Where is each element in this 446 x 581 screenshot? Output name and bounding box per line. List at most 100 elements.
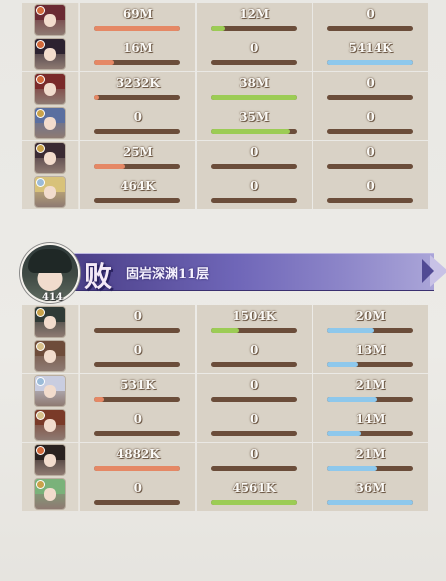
damage-taken-cell: 0 bbox=[196, 174, 312, 209]
healing-cell: 13M bbox=[313, 339, 428, 374]
stat-bar bbox=[94, 499, 181, 505]
hero-portrait[interactable] bbox=[34, 478, 65, 509]
stat-value: 5414K bbox=[348, 41, 393, 56]
portrait-face-shape bbox=[43, 419, 56, 433]
element-badge-icon bbox=[36, 144, 44, 152]
stat-bar bbox=[327, 26, 414, 31]
hero-portrait-cell bbox=[22, 305, 79, 339]
hero-portrait[interactable] bbox=[34, 375, 65, 406]
damage-cell: 0 bbox=[80, 305, 196, 339]
hero-portrait[interactable] bbox=[34, 444, 65, 475]
stat-value: 16M bbox=[122, 41, 153, 56]
stat-bar bbox=[94, 129, 181, 135]
hero-stat-row: 25M 0 0 bbox=[22, 140, 428, 175]
stat-value: 0 bbox=[250, 343, 259, 358]
hero-portrait[interactable] bbox=[34, 39, 65, 70]
hero-portrait[interactable] bbox=[34, 73, 65, 104]
damage-taken-cell: 0 bbox=[196, 140, 312, 175]
arrow-inner-icon bbox=[422, 259, 434, 283]
stat-bar bbox=[210, 60, 297, 66]
portrait-face-shape bbox=[43, 82, 56, 96]
stat-bar-fill bbox=[210, 26, 226, 31]
stat-value: 0 bbox=[133, 412, 143, 427]
damage-taken-cell: 0 bbox=[196, 408, 312, 443]
stat-bar-fill bbox=[94, 465, 181, 471]
hero-portrait-cell bbox=[22, 339, 79, 374]
hero-stat-row: 464K 0 0 bbox=[22, 174, 428, 209]
stat-bar bbox=[210, 396, 297, 402]
stat-bar bbox=[94, 26, 181, 31]
stat-value: 0 bbox=[250, 412, 259, 427]
portrait-face-shape bbox=[43, 384, 56, 398]
stat-value: 25M bbox=[122, 144, 153, 159]
element-badge-icon bbox=[36, 7, 44, 14]
stat-value: 14M bbox=[355, 412, 386, 427]
stat-bar bbox=[94, 362, 181, 368]
stat-value: 0 bbox=[133, 110, 143, 125]
stat-bar-fill bbox=[327, 362, 358, 368]
stat-value: 464K bbox=[120, 178, 156, 193]
stat-value: 21M bbox=[355, 377, 386, 392]
portrait-face-shape bbox=[43, 151, 56, 165]
portrait-face-shape bbox=[43, 14, 56, 27]
hero-portrait[interactable] bbox=[34, 142, 65, 173]
healing-cell: 20M bbox=[313, 305, 428, 339]
stat-bar bbox=[327, 94, 414, 100]
damage-cell: 69M bbox=[80, 3, 196, 37]
stat-value: 0 bbox=[366, 7, 375, 21]
damage-cell: 3232K bbox=[80, 71, 196, 106]
hero-portrait[interactable] bbox=[34, 341, 65, 372]
hero-portrait[interactable] bbox=[34, 176, 65, 207]
stat-value: 4561K bbox=[232, 480, 277, 495]
hero-portrait-cell bbox=[22, 442, 79, 477]
damage-taken-cell: 1504K bbox=[196, 305, 312, 339]
avatar-level: 414 bbox=[42, 292, 63, 303]
damage-cell: 0 bbox=[80, 339, 196, 374]
stat-bar bbox=[210, 94, 297, 100]
damage-cell: 0 bbox=[80, 106, 196, 141]
hero-portrait-cell bbox=[22, 476, 79, 511]
stat-value: 12M bbox=[239, 7, 270, 21]
portrait-face-shape bbox=[43, 350, 56, 364]
stage-title: 固岩深渊11层 bbox=[126, 267, 210, 282]
stat-bar bbox=[327, 197, 414, 203]
stat-value: 1504K bbox=[232, 309, 277, 323]
stat-bar bbox=[327, 163, 414, 169]
stat-bar-fill bbox=[327, 60, 414, 66]
stat-bar bbox=[210, 362, 297, 368]
hero-portrait[interactable] bbox=[34, 410, 65, 441]
damage-taken-cell: 0 bbox=[196, 339, 312, 374]
stat-bar bbox=[327, 499, 414, 505]
damage-taken-cell: 0 bbox=[196, 373, 312, 408]
healing-cell: 21M bbox=[313, 373, 428, 408]
element-badge-icon bbox=[36, 377, 44, 385]
hero-portrait[interactable] bbox=[34, 307, 65, 337]
stat-bar-fill bbox=[94, 94, 99, 100]
portrait-face-shape bbox=[43, 453, 56, 467]
team-bottom-stats: 0 1504K 20M 0 0 13M 531K 0 21M 0 0 14M 4882K 0 21M 0 456… bbox=[22, 305, 428, 511]
stat-bar-fill bbox=[327, 396, 377, 402]
stat-value: 0 bbox=[133, 343, 143, 358]
stat-bar bbox=[94, 197, 181, 203]
stat-bar bbox=[210, 129, 297, 135]
stat-value: 21M bbox=[355, 446, 386, 461]
stat-value: 13M bbox=[355, 343, 386, 358]
damage-cell: 25M bbox=[80, 140, 196, 175]
stat-value: 0 bbox=[250, 144, 259, 159]
damage-taken-cell: 35M bbox=[196, 106, 312, 141]
stat-value: 0 bbox=[366, 75, 375, 90]
stat-bar bbox=[94, 94, 181, 100]
hero-portrait[interactable] bbox=[34, 5, 65, 35]
element-badge-icon bbox=[36, 309, 44, 316]
hero-portrait[interactable] bbox=[34, 108, 65, 139]
stat-bar bbox=[210, 499, 297, 505]
hero-stat-row: 0 0 14M bbox=[22, 408, 428, 443]
hero-portrait-cell bbox=[22, 140, 79, 175]
healing-cell: 0 bbox=[313, 174, 428, 209]
stat-bar bbox=[210, 328, 297, 333]
stat-value: 0 bbox=[366, 110, 375, 125]
stat-bar bbox=[327, 362, 414, 368]
element-badge-icon bbox=[36, 446, 44, 454]
damage-taken-cell: 0 bbox=[196, 442, 312, 477]
portrait-face-shape bbox=[43, 185, 56, 199]
